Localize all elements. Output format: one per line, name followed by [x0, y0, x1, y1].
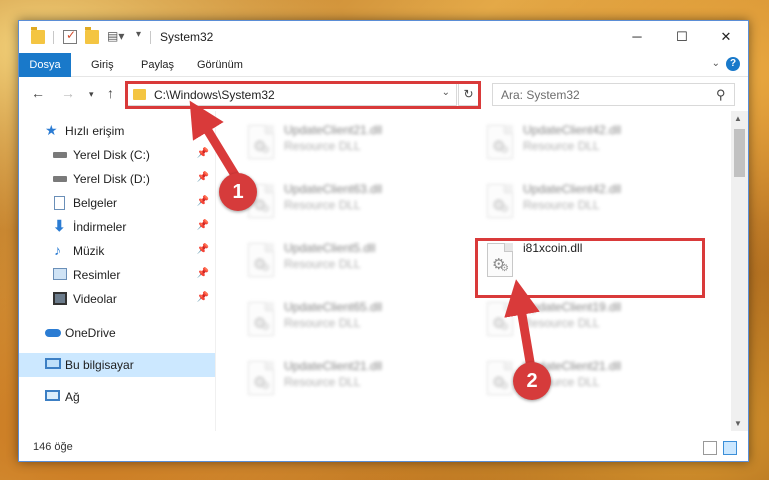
- annotation-arrows: [189, 100, 540, 369]
- step-1-badge: 1: [219, 173, 257, 211]
- step-2-badge: 2: [513, 362, 551, 400]
- arrow-to-address: [189, 100, 242, 183]
- arrow-to-file: [504, 279, 540, 369]
